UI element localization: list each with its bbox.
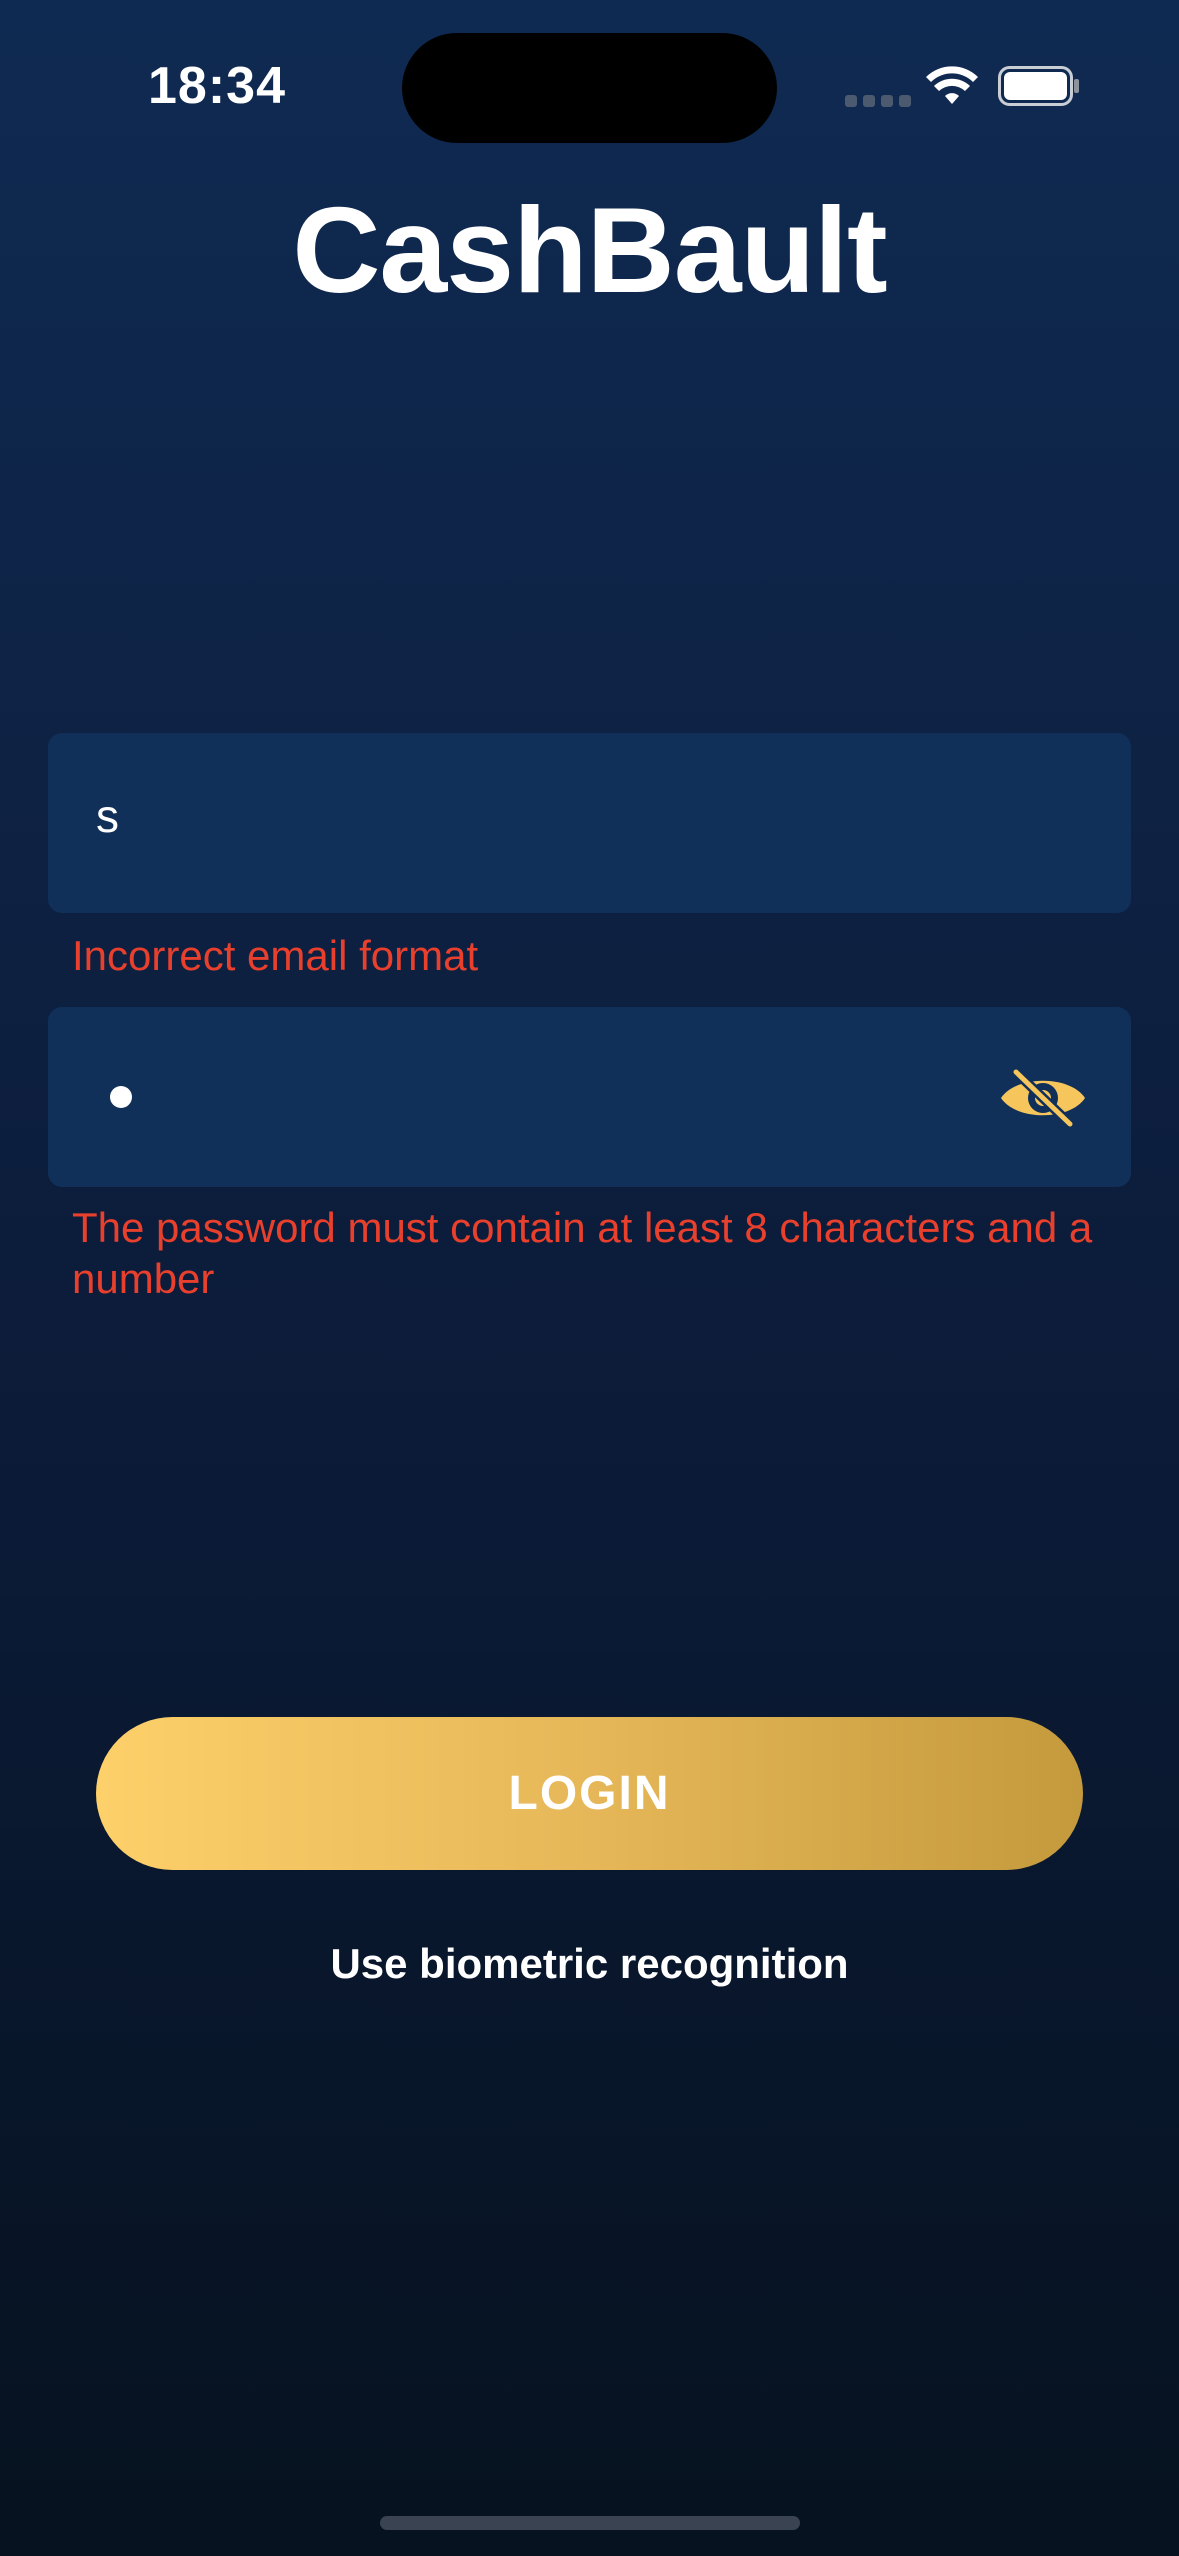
app-title: CashBault (292, 182, 887, 318)
status-time: 18:34 (148, 57, 286, 115)
login-button[interactable]: LOGIN (96, 1717, 1083, 1870)
signal-dots-icon (845, 95, 911, 107)
password-field[interactable] (48, 1007, 1131, 1187)
eye-slash-icon[interactable] (998, 1067, 1088, 1129)
battery-icon (998, 66, 1079, 106)
wifi-icon (926, 66, 978, 104)
email-error-message: Incorrect email format (72, 932, 479, 979)
email-field[interactable]: s (48, 733, 1131, 913)
home-indicator[interactable] (380, 2516, 800, 2530)
email-value: s (96, 790, 119, 842)
password-error-message: The password must contain at least 8 cha… (72, 1204, 1093, 1302)
dynamic-island (402, 33, 777, 143)
biometric-login-link[interactable]: Use biometric recognition (0, 1940, 1179, 1988)
password-mask-dot (110, 1086, 132, 1108)
